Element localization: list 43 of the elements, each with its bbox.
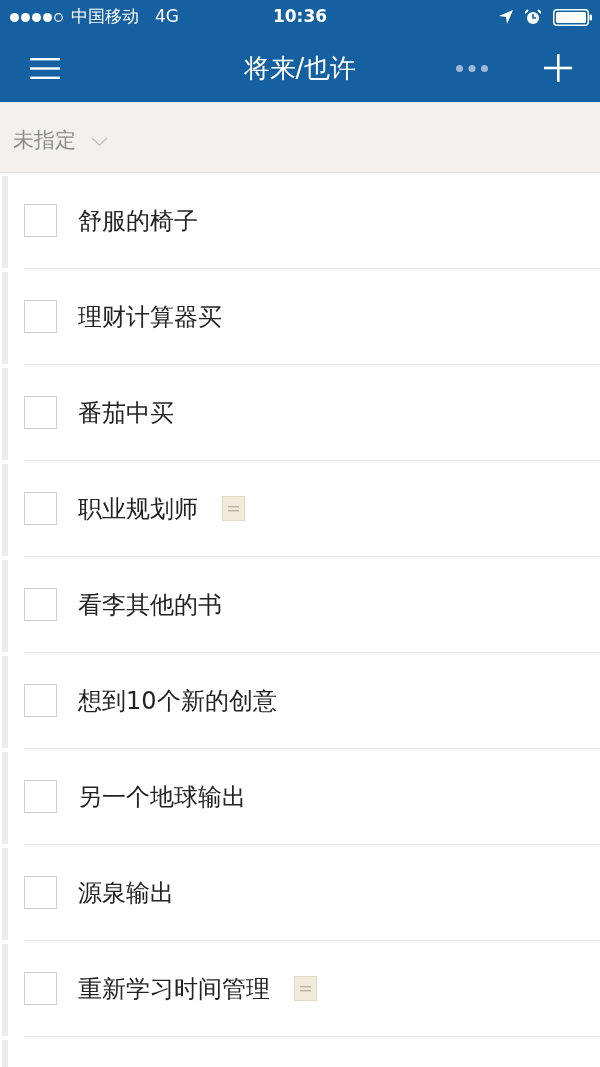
signal-icon <box>10 12 63 22</box>
page-title: 将来/也许 <box>243 51 357 85</box>
task-item[interactable]: 重新学习时间管理 <box>24 941 600 1037</box>
battery-icon <box>553 8 592 26</box>
add-button[interactable] <box>544 54 572 82</box>
task-item[interactable]: 职业规划师 <box>24 461 600 557</box>
task-checkbox[interactable] <box>24 588 57 621</box>
task-item[interactable]: 理财计算器买 <box>24 269 600 365</box>
task-title: 番茄中买 <box>78 397 174 429</box>
task-title: 职业规划师 <box>78 493 198 525</box>
task-checkbox[interactable] <box>24 780 57 813</box>
task-item[interactable]: 看李其他的书 <box>24 557 600 653</box>
task-item[interactable]: 想到10个新的创意 <box>24 653 600 749</box>
task-item[interactable]: 舒服的椅子 <box>24 173 600 269</box>
task-item[interactable]: 源泉输出 <box>24 845 600 941</box>
task-checkbox[interactable] <box>24 300 57 333</box>
task-checkbox[interactable] <box>24 204 57 237</box>
task-checkbox[interactable] <box>24 876 57 909</box>
chevron-down-icon[interactable] <box>91 136 108 146</box>
task-title: 看李其他的书 <box>78 589 222 621</box>
task-title: 舒服的椅子 <box>78 205 198 237</box>
more-button[interactable] <box>456 64 488 72</box>
status-time: 10:36 <box>272 5 328 29</box>
task-checkbox[interactable] <box>24 972 57 1005</box>
location-arrow-icon <box>499 10 513 24</box>
plus-icon <box>544 54 572 82</box>
carrier-name: 中国移动 <box>71 5 139 29</box>
task-title: 另一个地球输出 <box>78 781 246 813</box>
alarm-icon <box>525 9 541 25</box>
network-type: 4G <box>155 5 179 29</box>
task-title: 源泉输出 <box>78 877 174 909</box>
task-checkbox[interactable] <box>24 684 57 717</box>
task-title: 重新学习时间管理 <box>78 973 270 1005</box>
task-item[interactable]: 另一个地球输出 <box>24 749 600 845</box>
menu-button[interactable] <box>30 57 60 79</box>
more-icon <box>456 64 488 72</box>
section-title: 未指定 <box>13 127 76 155</box>
task-title: 想到10个新的创意 <box>78 685 277 717</box>
task-title: 理财计算器买 <box>78 301 222 333</box>
task-checkbox[interactable] <box>24 396 57 429</box>
menu-icon <box>30 57 60 79</box>
task-item[interactable]: 番茄中买 <box>24 365 600 461</box>
task-checkbox[interactable] <box>24 492 57 525</box>
